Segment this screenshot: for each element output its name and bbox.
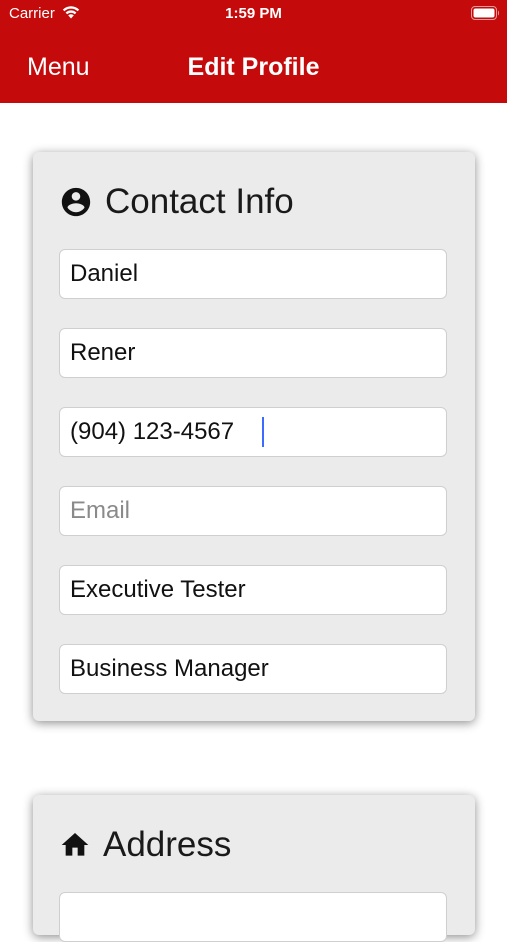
address-header: Address xyxy=(59,825,231,865)
contact-info-title: Contact Info xyxy=(105,182,294,221)
app-header: Carrier 1:59 PM Menu Edit Profile xyxy=(0,0,507,103)
address-card: Address xyxy=(33,795,475,942)
navigation-bar: Menu Edit Profile xyxy=(0,30,507,103)
page-title: Edit Profile xyxy=(187,53,320,81)
job-title-field[interactable] xyxy=(59,565,447,615)
contact-info-card: Contact Info xyxy=(33,152,475,721)
home-icon xyxy=(61,833,89,856)
address-title: Address xyxy=(103,825,232,864)
text-cursor xyxy=(262,417,264,447)
account-circle-icon xyxy=(61,187,91,217)
status-bar: Carrier 1:59 PM xyxy=(0,0,507,30)
phone-field[interactable] xyxy=(59,407,447,457)
department-field[interactable] xyxy=(59,644,447,694)
status-time: 1:59 PM xyxy=(225,5,282,22)
last-name-field[interactable] xyxy=(59,328,447,378)
first-name-field[interactable] xyxy=(59,249,447,299)
email-field[interactable] xyxy=(59,486,447,536)
battery-icon xyxy=(471,6,499,20)
contact-info-header: Contact Info xyxy=(59,182,294,222)
